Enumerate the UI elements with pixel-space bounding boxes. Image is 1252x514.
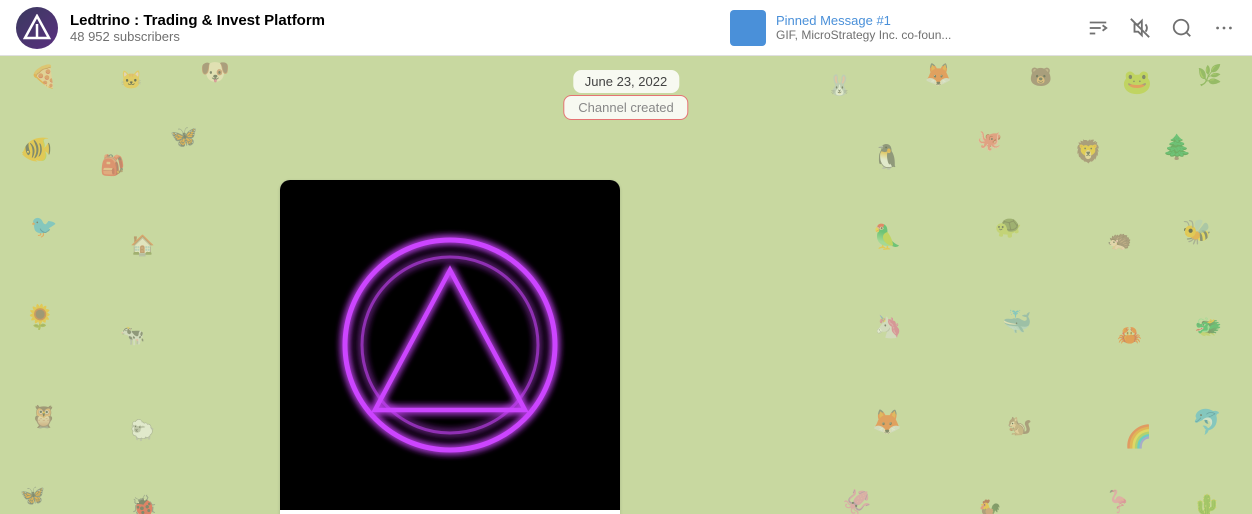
- mute-icon[interactable]: [1128, 16, 1152, 40]
- date-section: June 23, 2022 Channel created: [563, 70, 688, 120]
- channel-info-section: Ledtrino : Trading & Invest Platform 48 …: [16, 7, 730, 49]
- header-actions: [1070, 16, 1236, 40]
- channel-text-info: Ledtrino : Trading & Invest Platform 48 …: [70, 12, 325, 44]
- pinned-message-section[interactable]: Pinned Message #1 GIF, MicroStrategy Inc…: [730, 10, 1070, 46]
- search-icon[interactable]: [1170, 16, 1194, 40]
- pinned-label: Pinned Message #1: [776, 13, 951, 28]
- subscriber-count: 48 952 subscribers: [70, 29, 325, 44]
- pinned-info: Pinned Message #1 GIF, MicroStrategy Inc…: [776, 13, 951, 42]
- pinned-thumbnail: [730, 10, 766, 46]
- chat-header: Ledtrino : Trading & Invest Platform 48 …: [0, 0, 1252, 56]
- date-label: June 23, 2022: [573, 70, 679, 93]
- message-card[interactable]: The End of FUD Brings Hope for a Crypto …: [280, 180, 620, 514]
- message-image: [280, 180, 620, 510]
- channel-name: Ledtrino : Trading & Invest Platform: [70, 12, 325, 29]
- chat-background: 🍕 🐱 🐶 🐰 🦊 🐻 🐸 🌿 🐠 🎒 🦋 🐧 🐙 🦁 🌲 🐦 🏠 🦜 🐢 🦔 …: [0, 56, 1252, 514]
- avatar: [16, 7, 58, 49]
- message-text: The End of FUD Brings Hope for a Crypto …: [280, 510, 620, 514]
- pinned-preview: GIF, MicroStrategy Inc. co-foun...: [776, 28, 951, 42]
- chat-area: 🍕 🐱 🐶 🐰 🦊 🐻 🐸 🌿 🐠 🎒 🦋 🐧 🐙 🦁 🌲 🐦 🏠 🦜 🐢 🦔 …: [0, 56, 1252, 514]
- channel-created-badge: Channel created: [563, 95, 688, 120]
- neon-logo-svg: [330, 225, 570, 465]
- more-options-icon[interactable]: [1212, 16, 1236, 40]
- sort-icon[interactable]: [1086, 16, 1110, 40]
